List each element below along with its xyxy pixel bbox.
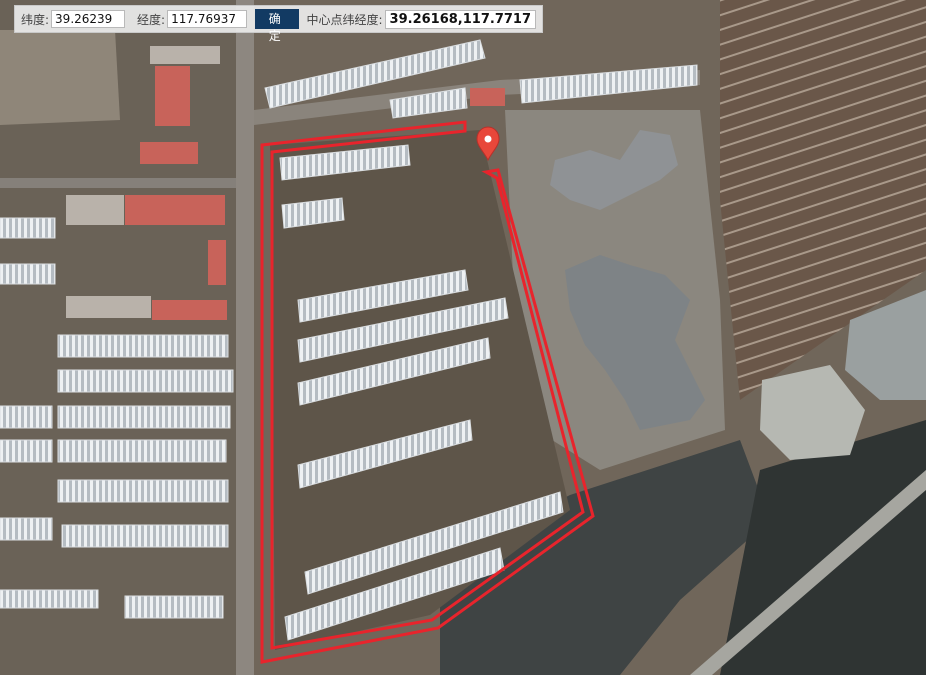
latitude-input[interactable] — [51, 10, 126, 28]
satellite-map[interactable] — [0, 0, 926, 675]
longitude-input[interactable] — [167, 10, 248, 28]
coordinate-toolbar: 纬度: 经度: 确 定 中心点纬经度: 39.26168,117.7717 — [14, 5, 543, 43]
bare-field — [0, 30, 120, 125]
center-coordinate-value: 39.26168,117.7717 — [384, 9, 536, 29]
confirm-button[interactable]: 确 定 — [255, 9, 299, 43]
latitude-label: 纬度: — [21, 12, 50, 27]
road-vertical — [236, 0, 254, 675]
center-coordinate-label: 中心点纬经度: — [306, 12, 383, 27]
longitude-label: 经度: — [137, 12, 166, 27]
road-left — [0, 178, 236, 188]
